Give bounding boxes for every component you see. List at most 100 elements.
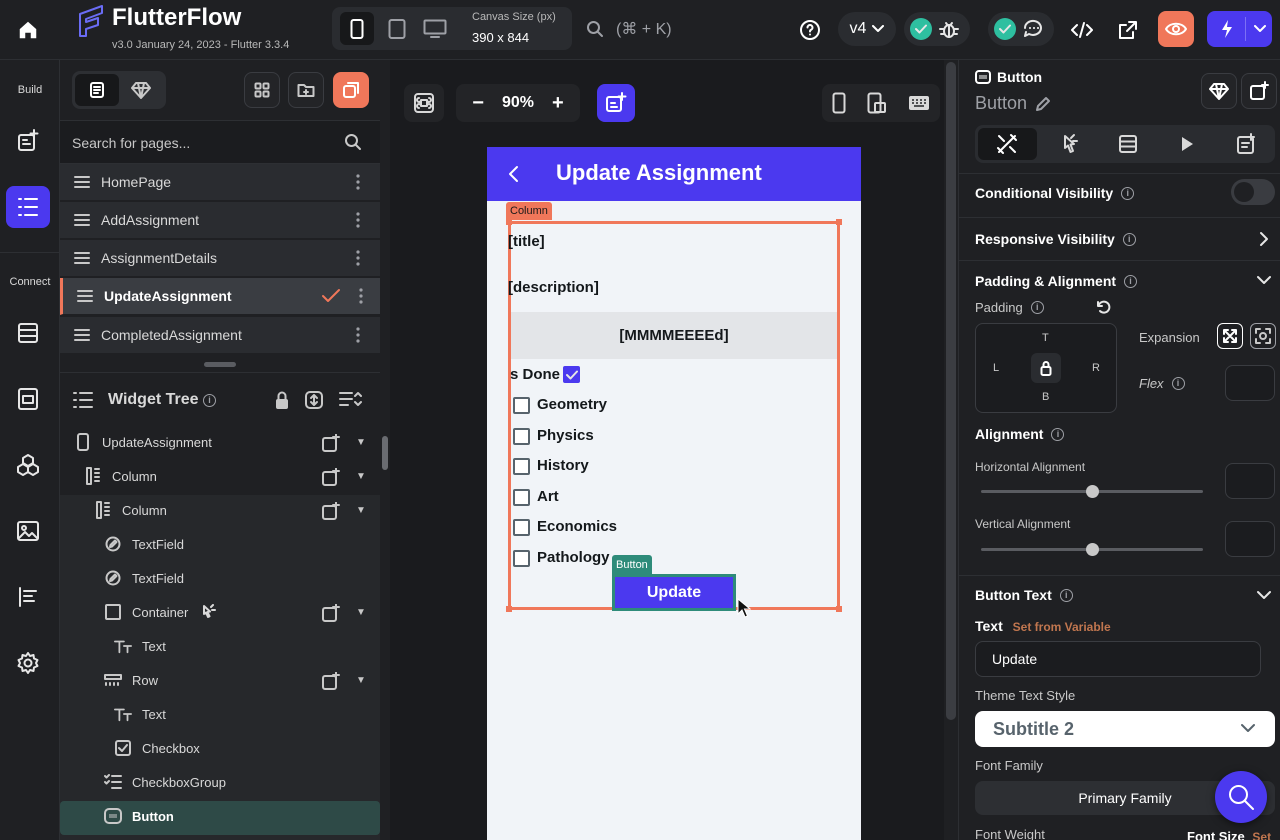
rail-storyboard[interactable] (6, 378, 50, 420)
grid-view-button[interactable] (244, 72, 280, 108)
padding-top[interactable]: T (1042, 332, 1049, 344)
page-item-assignmentdetails[interactable]: AssignmentDetails (60, 240, 380, 277)
share-button[interactable] (1110, 12, 1146, 48)
more-vertical-icon[interactable] (356, 250, 360, 266)
resize-corner[interactable] (506, 606, 512, 612)
resize-corner[interactable] (836, 219, 842, 225)
desktop-device-button[interactable] (418, 12, 452, 45)
title-text[interactable]: [title] (508, 233, 545, 250)
rail-firestore[interactable] (6, 312, 50, 354)
add-page-button[interactable] (333, 72, 369, 108)
tree-node-text[interactable]: Text (114, 629, 166, 663)
vertical-alignment-input[interactable] (1225, 521, 1275, 557)
back-arrow-icon[interactable] (505, 164, 523, 184)
tree-node-page[interactable]: UpdateAssignment (74, 425, 212, 459)
caret-down-icon[interactable]: ▼ (356, 437, 366, 448)
tree-node-row[interactable]: Row (104, 663, 158, 697)
horizontal-alignment-input[interactable] (1225, 463, 1275, 499)
subject-checkbox[interactable] (513, 489, 530, 506)
page-item-addassignment[interactable]: AddAssignment (60, 202, 380, 239)
tab-actions[interactable] (1040, 125, 1099, 163)
preview-button[interactable] (1158, 11, 1194, 47)
caret-down-icon[interactable]: ▼ (356, 607, 366, 618)
conditional-visibility-toggle[interactable] (1231, 179, 1275, 205)
expansion-shrink-button[interactable] (1217, 323, 1243, 349)
convert-component-button[interactable] (1201, 73, 1237, 109)
new-folder-button[interactable] (288, 72, 324, 108)
edit-pencil-icon[interactable] (1035, 96, 1051, 112)
info-icon[interactable]: i (1051, 427, 1065, 441)
tree-node-textfield[interactable]: TextField (104, 527, 184, 561)
add-child-icon[interactable] (322, 604, 340, 622)
horizontal-alignment-slider[interactable] (981, 485, 1203, 498)
page-item-updateassignment[interactable]: UpdateAssignment (60, 278, 380, 315)
app-bar[interactable]: Update Assignment (487, 147, 861, 201)
subject-checkbox[interactable] (513, 519, 530, 536)
search-icon[interactable] (344, 133, 362, 151)
tab-documentation[interactable] (1216, 125, 1275, 163)
tablet-device-button[interactable] (380, 12, 414, 45)
set-from-variable-link[interactable]: Set from Variable (1013, 620, 1111, 634)
rail-page-selector[interactable] (6, 186, 50, 228)
run-button[interactable] (1207, 11, 1272, 47)
info-icon[interactable]: i (1124, 274, 1138, 288)
chevron-down-icon[interactable] (1254, 25, 1266, 33)
more-vertical-icon[interactable] (359, 288, 363, 304)
padding-right[interactable]: R (1092, 362, 1100, 374)
test-mode-button[interactable] (904, 12, 970, 46)
version-select[interactable]: v4 (838, 12, 896, 46)
subject-checkbox[interactable] (513, 550, 530, 567)
theme-text-style-select[interactable]: Subtitle 2 (975, 711, 1275, 747)
help-button[interactable] (792, 12, 828, 48)
rail-add-widget[interactable] (6, 120, 50, 162)
tab-components[interactable] (119, 74, 163, 106)
flex-input[interactable] (1225, 365, 1275, 401)
is-done-checkbox[interactable] (563, 366, 580, 383)
tree-node-container[interactable]: Container (104, 595, 217, 629)
phone-device-button[interactable] (340, 12, 374, 45)
tab-backend-query[interactable] (1099, 125, 1158, 163)
tree-options-icon[interactable] (338, 390, 362, 408)
chevron-right-icon[interactable] (1259, 231, 1269, 247)
description-text[interactable]: [description] (508, 279, 599, 296)
more-vertical-icon[interactable] (356, 327, 360, 343)
chevron-down-icon[interactable] (1257, 275, 1271, 285)
subject-checkbox[interactable] (513, 428, 530, 445)
info-icon[interactable]: i (1030, 301, 1044, 314)
rail-api-calls[interactable] (6, 576, 50, 618)
home-button[interactable] (12, 14, 44, 46)
add-child-icon[interactable] (322, 468, 340, 486)
lock-icon[interactable] (274, 390, 290, 410)
info-icon[interactable]: i (203, 394, 216, 407)
widget-name[interactable]: Button (975, 93, 1051, 114)
add-widget-button[interactable] (597, 84, 635, 122)
page-search-input[interactable] (72, 129, 332, 157)
tab-pages[interactable] (75, 74, 119, 106)
add-child-icon[interactable] (322, 434, 340, 452)
rail-settings[interactable] (6, 642, 50, 684)
canvas-scrollbar[interactable] (946, 62, 956, 720)
zoom-out-button[interactable]: − (472, 92, 484, 115)
chevron-down-icon[interactable] (1257, 590, 1271, 600)
resize-corner[interactable] (506, 219, 512, 225)
code-view-button[interactable] (1064, 12, 1100, 48)
add-child-icon[interactable] (322, 502, 340, 520)
more-vertical-icon[interactable] (356, 174, 360, 190)
info-icon[interactable]: i (1059, 588, 1073, 602)
update-button[interactable]: Update (612, 574, 736, 611)
info-icon[interactable]: i (1122, 232, 1136, 246)
search-fab[interactable] (1215, 771, 1267, 823)
tree-node-text[interactable]: Text (114, 697, 166, 731)
tab-properties[interactable] (978, 128, 1037, 160)
resize-corner[interactable] (836, 606, 842, 612)
tree-node-button[interactable]: Button (104, 799, 174, 833)
caret-down-icon[interactable]: ▼ (356, 675, 366, 686)
tab-animations[interactable] (1157, 125, 1216, 163)
panel-scrollbar[interactable] (382, 436, 388, 470)
expand-collapse-icon[interactable] (304, 390, 324, 410)
tree-node-checkboxgroup[interactable]: CheckboxGroup (104, 765, 226, 799)
zoom-in-button[interactable]: + (552, 92, 564, 115)
button-text-input[interactable]: Update (975, 641, 1261, 677)
more-vertical-icon[interactable] (356, 212, 360, 228)
rail-media-assets[interactable] (6, 510, 50, 552)
